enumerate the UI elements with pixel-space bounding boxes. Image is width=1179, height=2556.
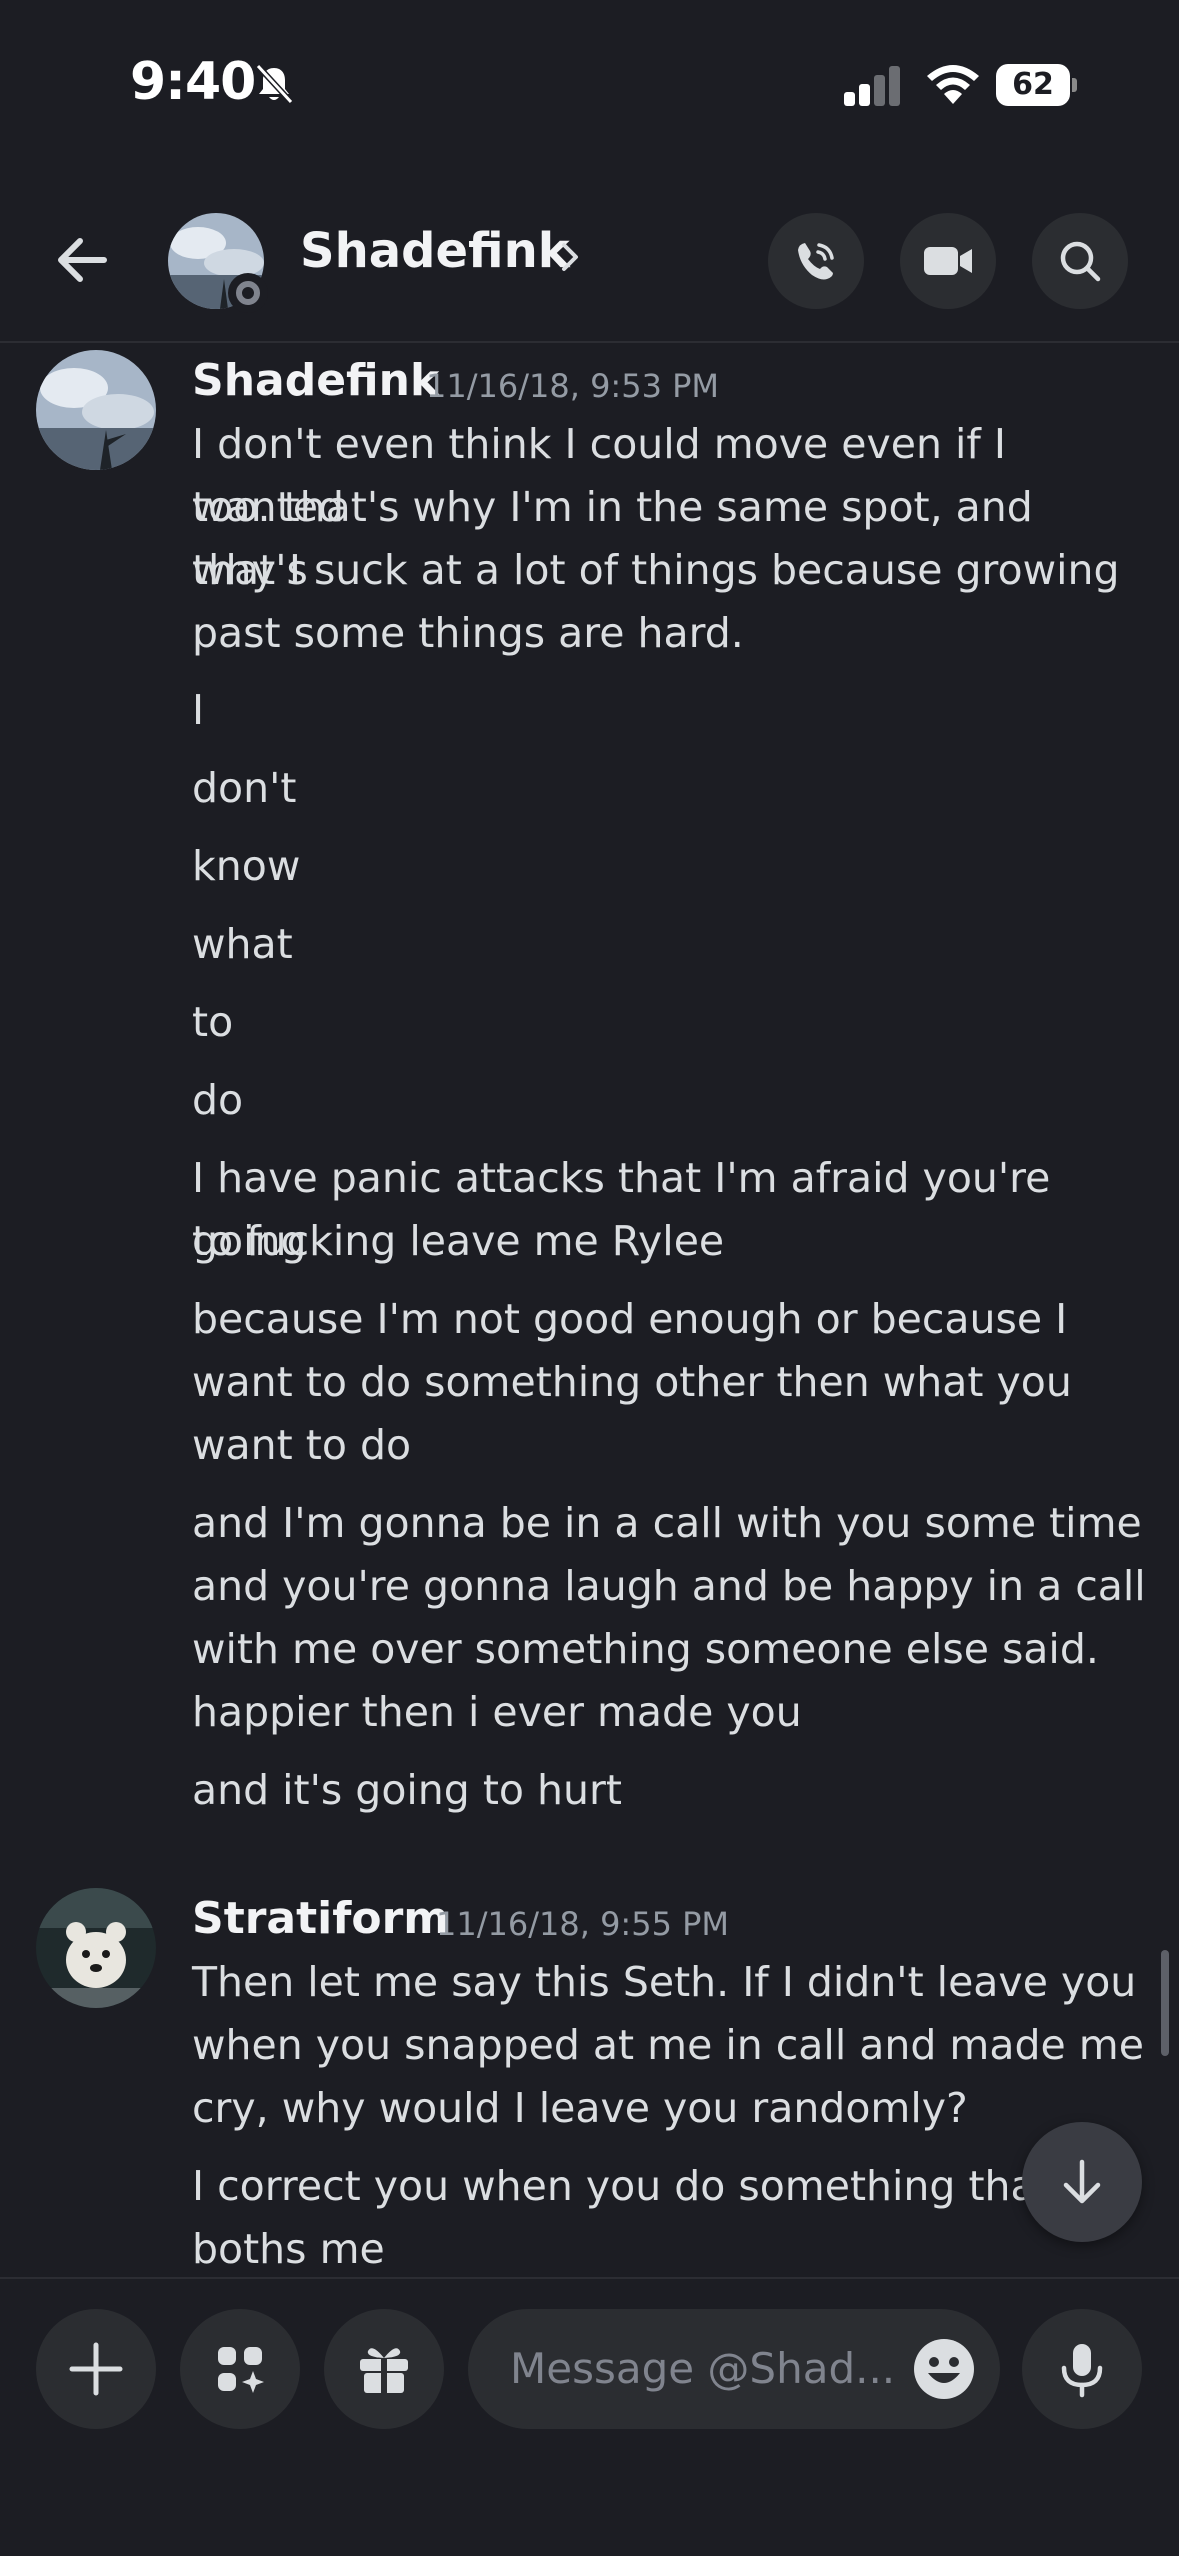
- search-icon: [1060, 241, 1101, 282]
- phone-icon: [798, 243, 834, 280]
- message-author[interactable]: Shadefink: [192, 355, 439, 406]
- message-composer: Message @Shad...: [0, 2277, 1179, 2556]
- microphone-icon: [1061, 2344, 1103, 2398]
- offline-status-icon: [228, 273, 268, 313]
- wifi-icon: [927, 65, 979, 104]
- message-text: boths me: [192, 2225, 385, 2273]
- attach-button[interactable]: [36, 2309, 156, 2429]
- message-text: I correct you when you do something that: [192, 2162, 1052, 2210]
- message-text: to fucking leave me Rylee: [192, 1217, 725, 1265]
- battery-indicator: 62: [996, 64, 1077, 106]
- message-author[interactable]: Stratiform: [192, 1893, 449, 1944]
- video-camera-icon: [924, 247, 972, 275]
- apps-icon: [218, 2347, 264, 2393]
- status-time: 9:40: [130, 52, 256, 112]
- back-arrow-icon[interactable]: [50, 228, 114, 292]
- message-text: I: [192, 686, 205, 734]
- message-text: what: [192, 920, 293, 968]
- conversation-title[interactable]: Shadefink: [300, 223, 570, 279]
- chevron-right-icon[interactable]: [554, 237, 586, 277]
- message-text: with me over something someone else said…: [192, 1625, 1099, 1673]
- message-text: because I'm not good enough or because I: [192, 1295, 1068, 1343]
- avatar-image: [36, 350, 156, 470]
- message-text: do: [192, 1076, 244, 1124]
- voice-message-button[interactable]: [1022, 2309, 1142, 2429]
- gift-button[interactable]: [324, 2309, 444, 2429]
- video-call-button[interactable]: [900, 213, 996, 309]
- gift-icon: [360, 2348, 408, 2393]
- message-text: cry, why would I leave you randomly?: [192, 2084, 968, 2132]
- message-text: don't: [192, 764, 297, 812]
- cellular-signal-icon: [844, 66, 900, 106]
- message-text: happier then i ever made you: [192, 1688, 802, 1736]
- apps-button[interactable]: [180, 2309, 300, 2429]
- conversation-header: Shadefink: [0, 175, 1179, 343]
- message-avatar[interactable]: [36, 350, 156, 470]
- message-text: want to do: [192, 1421, 412, 1469]
- message-text: why I suck at a lot of things because gr…: [192, 546, 1120, 594]
- search-button[interactable]: [1032, 213, 1128, 309]
- plus-icon: [69, 2342, 123, 2396]
- message-input[interactable]: Message @Shad...: [468, 2309, 1000, 2429]
- arrow-down-icon: [1063, 2159, 1101, 2204]
- voice-call-button[interactable]: [768, 213, 864, 309]
- status-bar: 9:40 62: [0, 0, 1179, 175]
- message-text: and you're gonna laugh and be happy in a…: [192, 1562, 1146, 1610]
- message-input-placeholder: Message @Shad...: [510, 2344, 896, 2393]
- message-timestamp: 11/16/18, 9:55 PM: [436, 1905, 729, 1943]
- message-timestamp: 11/16/18, 9:53 PM: [426, 367, 719, 405]
- message-text: past some things are hard.: [192, 609, 744, 657]
- scrollbar-thumb[interactable]: [1161, 1950, 1169, 2056]
- message-text: when you snapped at me in call and made …: [192, 2021, 1144, 2069]
- avatar-image: [36, 1888, 156, 2008]
- message-avatar[interactable]: [36, 1888, 156, 2008]
- message-text: and I'm gonna be in a call with you some…: [192, 1499, 1142, 1547]
- message-text: know: [192, 842, 301, 890]
- message-text: Then let me say this Seth. If I didn't l…: [192, 1958, 1137, 2006]
- message-text: want to do something other then what you: [192, 1358, 1072, 1406]
- emoji-icon[interactable]: [912, 2337, 976, 2401]
- battery-nub: [1072, 78, 1077, 92]
- message-list[interactable]: Shadefink 11/16/18, 9:53 PM I don't even…: [0, 345, 1179, 2277]
- message-text: to: [192, 998, 234, 1046]
- jump-to-present-button[interactable]: [1022, 2122, 1142, 2242]
- message-text: and it's going to hurt: [192, 1766, 622, 1814]
- bell-slash-icon: [255, 63, 294, 105]
- battery-level: 62: [1012, 67, 1054, 102]
